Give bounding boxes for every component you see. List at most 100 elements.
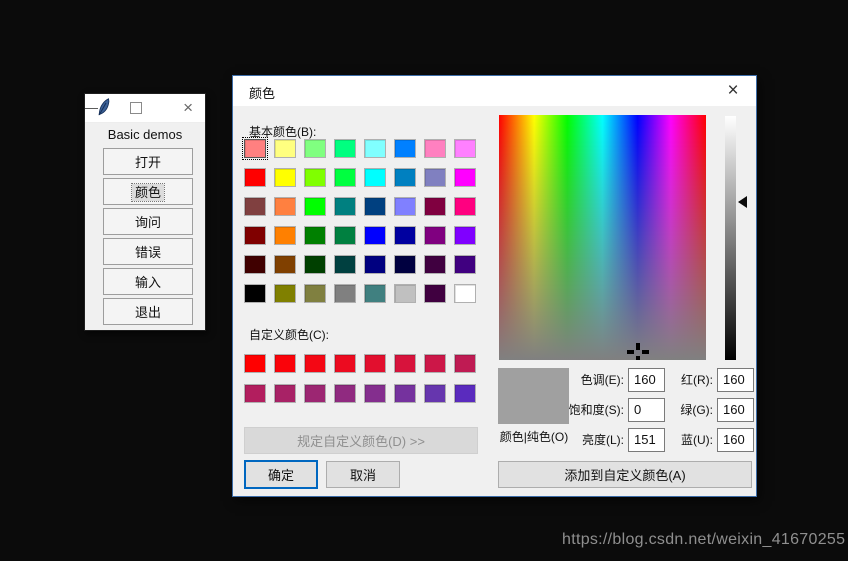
luminance-bar[interactable]: [725, 116, 736, 360]
basic-color-swatch[interactable]: [424, 284, 446, 303]
basic-color-swatch[interactable]: [394, 255, 416, 274]
custom-color-swatch[interactable]: [244, 354, 266, 373]
custom-colors-grid: [244, 354, 476, 403]
custom-color-swatch[interactable]: [394, 354, 416, 373]
basic-color-swatch[interactable]: [364, 226, 386, 245]
basic-color-swatch[interactable]: [334, 139, 356, 158]
custom-color-swatch[interactable]: [364, 384, 386, 403]
luminance-slider-arrow[interactable]: [738, 196, 747, 208]
basic-color-swatch[interactable]: [424, 168, 446, 187]
demo-button[interactable]: 错误: [103, 238, 193, 265]
basic-color-swatch[interactable]: [244, 139, 266, 158]
basic-color-swatch[interactable]: [244, 255, 266, 274]
dialog-title: 颜色: [249, 83, 275, 102]
basic-color-swatch[interactable]: [274, 226, 296, 245]
define-custom-colors-button: 规定自定义颜色(D) >>: [244, 427, 478, 454]
custom-color-swatch[interactable]: [454, 354, 476, 373]
custom-color-swatch[interactable]: [364, 354, 386, 373]
basic-color-swatch[interactable]: [394, 284, 416, 303]
basic-color-swatch[interactable]: [454, 255, 476, 274]
demo-button-list: 打开颜色询问错误输入退出: [103, 148, 193, 328]
field-input[interactable]: [717, 428, 754, 452]
basic-color-swatch[interactable]: [244, 226, 266, 245]
basic-color-swatch[interactable]: [364, 197, 386, 216]
custom-color-swatch[interactable]: [304, 384, 326, 403]
basic-color-swatch[interactable]: [304, 168, 326, 187]
maximize-icon[interactable]: [130, 102, 142, 114]
basic-color-swatch[interactable]: [394, 168, 416, 187]
close-icon[interactable]: ×: [718, 76, 748, 106]
basic-color-swatch[interactable]: [364, 139, 386, 158]
basic-color-swatch[interactable]: [304, 255, 326, 274]
field-label: 蓝(U):: [669, 431, 713, 448]
basic-color-swatch[interactable]: [274, 168, 296, 187]
custom-color-swatch[interactable]: [244, 384, 266, 403]
custom-color-swatch[interactable]: [454, 384, 476, 403]
custom-color-swatch[interactable]: [394, 384, 416, 403]
demo-button[interactable]: 输入: [103, 268, 193, 295]
basic-color-swatch[interactable]: [304, 139, 326, 158]
demo-button[interactable]: 打开: [103, 148, 193, 175]
basic-color-swatch[interactable]: [274, 197, 296, 216]
custom-colors-label: 自定义颜色(C):: [249, 326, 329, 343]
hue-saturation-field[interactable]: [499, 115, 706, 360]
basic-color-swatch[interactable]: [244, 284, 266, 303]
custom-color-swatch[interactable]: [304, 354, 326, 373]
custom-color-swatch[interactable]: [274, 354, 296, 373]
field-label: 亮度(L):: [532, 431, 624, 448]
basic-color-swatch[interactable]: [334, 168, 356, 187]
basic-color-swatch[interactable]: [364, 255, 386, 274]
basic-color-swatch[interactable]: [304, 226, 326, 245]
ok-button[interactable]: 确定: [244, 460, 318, 489]
dialog-titlebar[interactable]: 颜色 ×: [233, 76, 756, 106]
basic-color-swatch[interactable]: [304, 284, 326, 303]
basic-color-swatch[interactable]: [454, 226, 476, 245]
basic-color-swatch[interactable]: [274, 255, 296, 274]
field-label: 红(R):: [669, 371, 713, 388]
basic-color-swatch[interactable]: [454, 197, 476, 216]
demo-window: — × Basic demos 打开颜色询问错误输入退出: [84, 93, 206, 331]
custom-color-swatch[interactable]: [424, 384, 446, 403]
demo-button[interactable]: 退出: [103, 298, 193, 325]
basic-color-swatch[interactable]: [334, 226, 356, 245]
field-label: 饱和度(S):: [532, 401, 624, 418]
custom-color-swatch[interactable]: [334, 354, 356, 373]
basic-color-swatch[interactable]: [454, 139, 476, 158]
field-input[interactable]: [628, 428, 665, 452]
basic-color-swatch[interactable]: [394, 226, 416, 245]
basic-colors-label: 基本颜色(B):: [249, 123, 316, 140]
basic-color-swatch[interactable]: [334, 284, 356, 303]
basic-color-swatch[interactable]: [244, 197, 266, 216]
add-to-custom-colors-button[interactable]: 添加到自定义颜色(A): [498, 461, 752, 488]
basic-color-swatch[interactable]: [334, 255, 356, 274]
basic-color-swatch[interactable]: [334, 197, 356, 216]
demo-button[interactable]: 颜色: [103, 178, 193, 205]
basic-color-swatch[interactable]: [364, 284, 386, 303]
demo-button[interactable]: 询问: [103, 208, 193, 235]
field-input[interactable]: [717, 368, 754, 392]
field-input[interactable]: [717, 398, 754, 422]
basic-color-swatch[interactable]: [394, 197, 416, 216]
basic-color-swatch[interactable]: [304, 197, 326, 216]
watermark-text: https://blog.csdn.net/weixin_41670255: [562, 531, 845, 549]
color-dialog: 颜色 × 基本颜色(B): 自定义颜色(C): 规定自定义颜色(D) >> 确定…: [232, 75, 757, 497]
basic-color-swatch[interactable]: [424, 197, 446, 216]
basic-color-swatch[interactable]: [454, 284, 476, 303]
close-icon[interactable]: ×: [183, 96, 193, 120]
custom-color-swatch[interactable]: [274, 384, 296, 403]
basic-color-swatch[interactable]: [364, 168, 386, 187]
basic-color-swatch[interactable]: [424, 226, 446, 245]
basic-color-swatch[interactable]: [244, 168, 266, 187]
basic-color-swatch[interactable]: [274, 284, 296, 303]
field-input[interactable]: [628, 398, 665, 422]
field-input[interactable]: [628, 368, 665, 392]
basic-color-swatch[interactable]: [394, 139, 416, 158]
basic-color-swatch[interactable]: [424, 255, 446, 274]
cancel-button[interactable]: 取消: [326, 461, 400, 488]
demo-window-titlebar[interactable]: — ×: [85, 94, 205, 123]
basic-color-swatch[interactable]: [274, 139, 296, 158]
custom-color-swatch[interactable]: [424, 354, 446, 373]
custom-color-swatch[interactable]: [334, 384, 356, 403]
basic-color-swatch[interactable]: [454, 168, 476, 187]
basic-color-swatch[interactable]: [424, 139, 446, 158]
